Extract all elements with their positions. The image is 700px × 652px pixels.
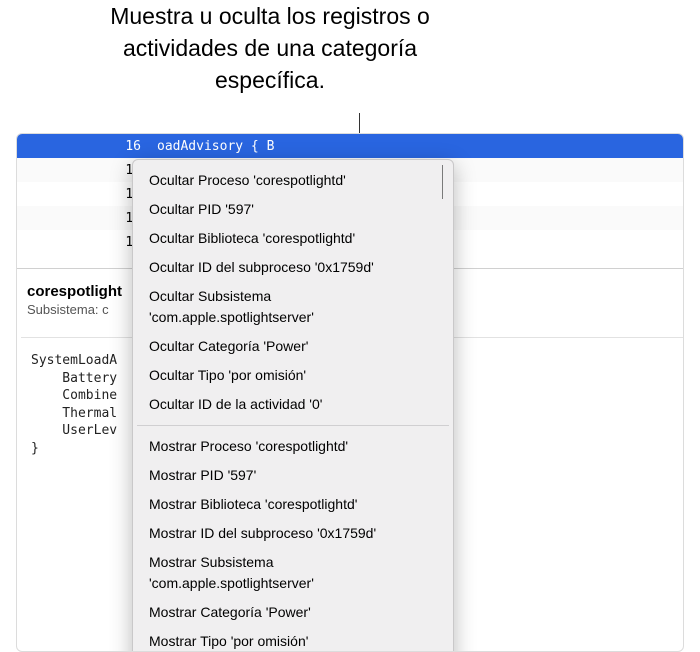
menu-item-show-category[interactable]: Mostrar Categoría 'Power' [133, 598, 453, 627]
context-menu: Ocultar Proceso 'corespotlightd' Ocultar… [132, 159, 454, 652]
log-msg-cell: oadAdvisory { B [149, 134, 683, 158]
log-time-cell: 16 [17, 158, 149, 182]
menu-item-show-subsystem[interactable]: Mostrar Subsistema 'com.apple.spotlights… [133, 548, 453, 598]
menu-item-hide-library[interactable]: Ocultar Biblioteca 'corespotlightd' [133, 224, 453, 253]
menu-item-show-pid[interactable]: Mostrar PID '597' [133, 461, 453, 490]
menu-item-hide-process[interactable]: Ocultar Proceso 'corespotlightd' [133, 166, 453, 195]
menu-item-show-type[interactable]: Mostrar Tipo 'por omisión' [133, 627, 453, 652]
menu-item-hide-pid[interactable]: Ocultar PID '597' [133, 195, 453, 224]
menu-scrollbar[interactable] [442, 165, 443, 199]
log-time-cell: 16 [17, 230, 149, 254]
menu-item-hide-category[interactable]: Ocultar Categoría 'Power' [133, 332, 453, 361]
log-row-selected[interactable]: 16 oadAdvisory { B [17, 134, 683, 158]
menu-item-show-process[interactable]: Mostrar Proceso 'corespotlightd' [133, 432, 453, 461]
menu-item-hide-thread-id[interactable]: Ocultar ID del subproceso '0x1759d' [133, 253, 453, 282]
menu-item-show-library[interactable]: Mostrar Biblioteca 'corespotlightd' [133, 490, 453, 519]
log-time-cell: 16 [17, 206, 149, 230]
callout-label: Muestra u oculta los registros o activid… [80, 0, 460, 97]
menu-item-hide-activity[interactable]: Ocultar ID de la actividad '0' [133, 390, 453, 419]
menu-item-show-thread-id[interactable]: Mostrar ID del subproceso '0x1759d' [133, 519, 453, 548]
menu-item-hide-type[interactable]: Ocultar Tipo 'por omisión' [133, 361, 453, 390]
log-time-cell: 16 [17, 182, 149, 206]
menu-item-hide-subsystem[interactable]: Ocultar Subsistema 'com.apple.spotlights… [133, 282, 453, 332]
log-time-cell: 16 [17, 134, 149, 158]
console-window: 16 oadAdvisory { B 16 oadAdvisory { B 16… [16, 133, 684, 652]
callout-text: Muestra u oculta los registros o activid… [110, 3, 430, 93]
menu-separator [137, 425, 449, 426]
